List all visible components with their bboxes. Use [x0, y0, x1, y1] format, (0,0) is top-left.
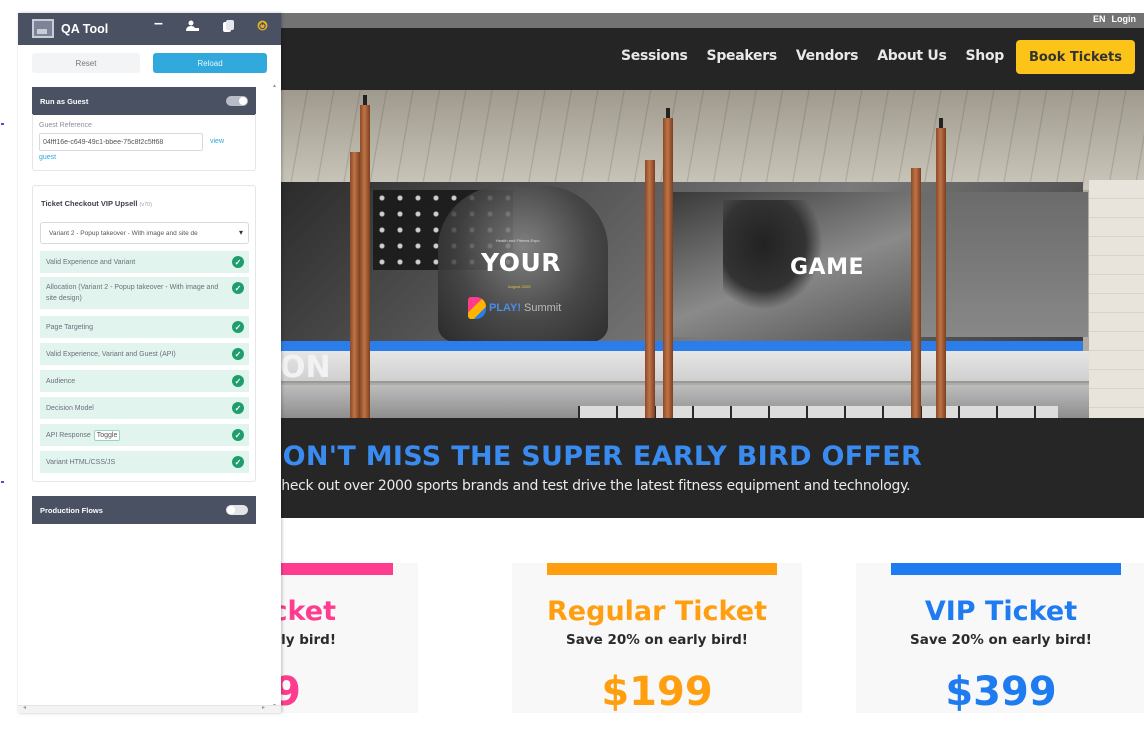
- ticket-accent-bar: [891, 563, 1121, 575]
- check-item: Allocation (Variant 2 - Popup takeover -…: [40, 277, 249, 309]
- wood-pillar: [936, 128, 946, 418]
- experience-title: Ticket Checkout VIP Upsell (v70): [41, 199, 153, 208]
- check-circle-icon: ✓: [232, 282, 244, 294]
- api-response-toggle-button[interactable]: Toggle: [93, 429, 121, 441]
- check-item: Valid Experience and Variant ✓: [40, 251, 249, 273]
- guest-user-icon[interactable]: [186, 20, 199, 34]
- ticket-accent-bar: [547, 563, 777, 575]
- production-flows-header: Production Flows: [32, 496, 256, 524]
- ticket-name: VIP Ticket: [924, 596, 1078, 627]
- check-circle-icon: ✓: [232, 348, 244, 360]
- copy-icon[interactable]: [223, 20, 234, 35]
- language-link[interactable]: EN: [1093, 14, 1106, 24]
- check-item: Variant HTML/CSS/JS ✓: [40, 451, 249, 473]
- nav-shop[interactable]: Shop: [966, 48, 1005, 64]
- check-item: Page Targeting ✓: [40, 316, 249, 338]
- ticket-subtitle: Save 20% on early bird!: [566, 632, 748, 648]
- nav-sessions[interactable]: Sessions: [621, 48, 688, 64]
- guest-reference-label: Guest Reference: [39, 122, 92, 129]
- check-circle-icon: ✓: [232, 402, 244, 414]
- qa-tool-panel: QA Tool – Reset Reload Run as Guest Gues…: [18, 13, 281, 713]
- chevron-down-icon: ▾: [238, 228, 243, 237]
- play-summit-logo: PLAY! Summit: [468, 297, 561, 319]
- billboard-word-game: GAME: [790, 255, 865, 280]
- ticket-card[interactable]: Regular Ticket Save 20% on early bird! $…: [512, 563, 802, 713]
- book-tickets-button[interactable]: Book Tickets: [1016, 40, 1135, 74]
- screen: EN Login Sessions Speakers Vendors About…: [0, 0, 1144, 742]
- check-item: API Response Toggle ✓: [40, 424, 249, 446]
- wood-pillar: [350, 152, 360, 418]
- minimize-icon[interactable]: –: [154, 15, 163, 33]
- view-guest-link-cont[interactable]: guest: [39, 154, 56, 161]
- scroll-left-icon[interactable]: ◂: [23, 704, 26, 711]
- scroll-up-icon[interactable]: ▲: [272, 83, 277, 89]
- power-icon[interactable]: [257, 20, 268, 34]
- wood-pillar: [663, 118, 673, 418]
- billboard-word-on: ON: [280, 350, 331, 385]
- check-circle-icon: ✓: [232, 375, 244, 387]
- nav-speakers[interactable]: Speakers: [707, 48, 778, 64]
- check-item: Decision Model ✓: [40, 397, 249, 419]
- check-circle-icon: ✓: [232, 321, 244, 333]
- experience-section: Ticket Checkout VIP Upsell (v70) Variant…: [32, 185, 256, 482]
- guest-reference-section: Guest Reference view guest: [32, 114, 256, 171]
- production-flows-toggle[interactable]: [226, 505, 248, 515]
- guest-reference-input[interactable]: [39, 133, 203, 151]
- view-guest-link[interactable]: view: [210, 138, 224, 145]
- wood-pillar: [645, 160, 655, 418]
- ticket-price: $399: [945, 669, 1057, 713]
- qa-tool-header[interactable]: QA Tool –: [18, 13, 281, 45]
- check-circle-icon: ✓: [232, 429, 244, 441]
- ticket-subtitle: Save 20% on early bird!: [910, 632, 1092, 648]
- billboard-date: August 2025: [508, 284, 531, 289]
- run-as-guest-header: Run as Guest: [32, 87, 256, 115]
- scroll-right-icon[interactable]: ▸: [262, 704, 265, 711]
- billboard-tagline: Health and Fitness Expo: [496, 238, 540, 243]
- ticket-price: $199: [601, 669, 713, 713]
- login-link[interactable]: Login: [1112, 14, 1137, 24]
- nav-vendors[interactable]: Vendors: [796, 48, 859, 64]
- horizontal-scrollbar[interactable]: ◂ ▸: [18, 705, 281, 713]
- wood-pillar: [911, 168, 921, 418]
- nav-about-us[interactable]: About Us: [877, 48, 947, 64]
- reload-button[interactable]: Reload: [153, 53, 267, 73]
- experience-version: (v70): [139, 202, 153, 208]
- ticket-name: Regular Ticket: [547, 596, 767, 627]
- qa-tool-title: QA Tool: [61, 22, 109, 36]
- ticket-card[interactable]: VIP Ticket Save 20% on early bird! $399: [856, 563, 1144, 713]
- qa-tool-logo-icon: [32, 19, 54, 38]
- production-flows-label: Production Flows: [40, 505, 103, 515]
- check-circle-icon: ✓: [232, 456, 244, 468]
- edge-marker: [1, 481, 4, 483]
- check-item: Audience ✓: [40, 370, 249, 392]
- play-logo-icon: [468, 297, 486, 319]
- vertical-scrollbar[interactable]: ▲ ▼: [270, 83, 279, 711]
- wood-pillar: [360, 105, 370, 418]
- billboard-word-your: YOUR: [481, 248, 562, 277]
- check-item: Valid Experience, Variant and Guest (API…: [40, 343, 249, 365]
- check-circle-icon: ✓: [232, 256, 244, 268]
- reset-button[interactable]: Reset: [32, 53, 140, 73]
- variant-select[interactable]: Variant 2 - Popup takeover - With image …: [40, 222, 249, 244]
- edge-marker: [1, 123, 4, 125]
- run-as-guest-toggle[interactable]: [226, 96, 248, 106]
- run-as-guest-label: Run as Guest: [40, 96, 89, 106]
